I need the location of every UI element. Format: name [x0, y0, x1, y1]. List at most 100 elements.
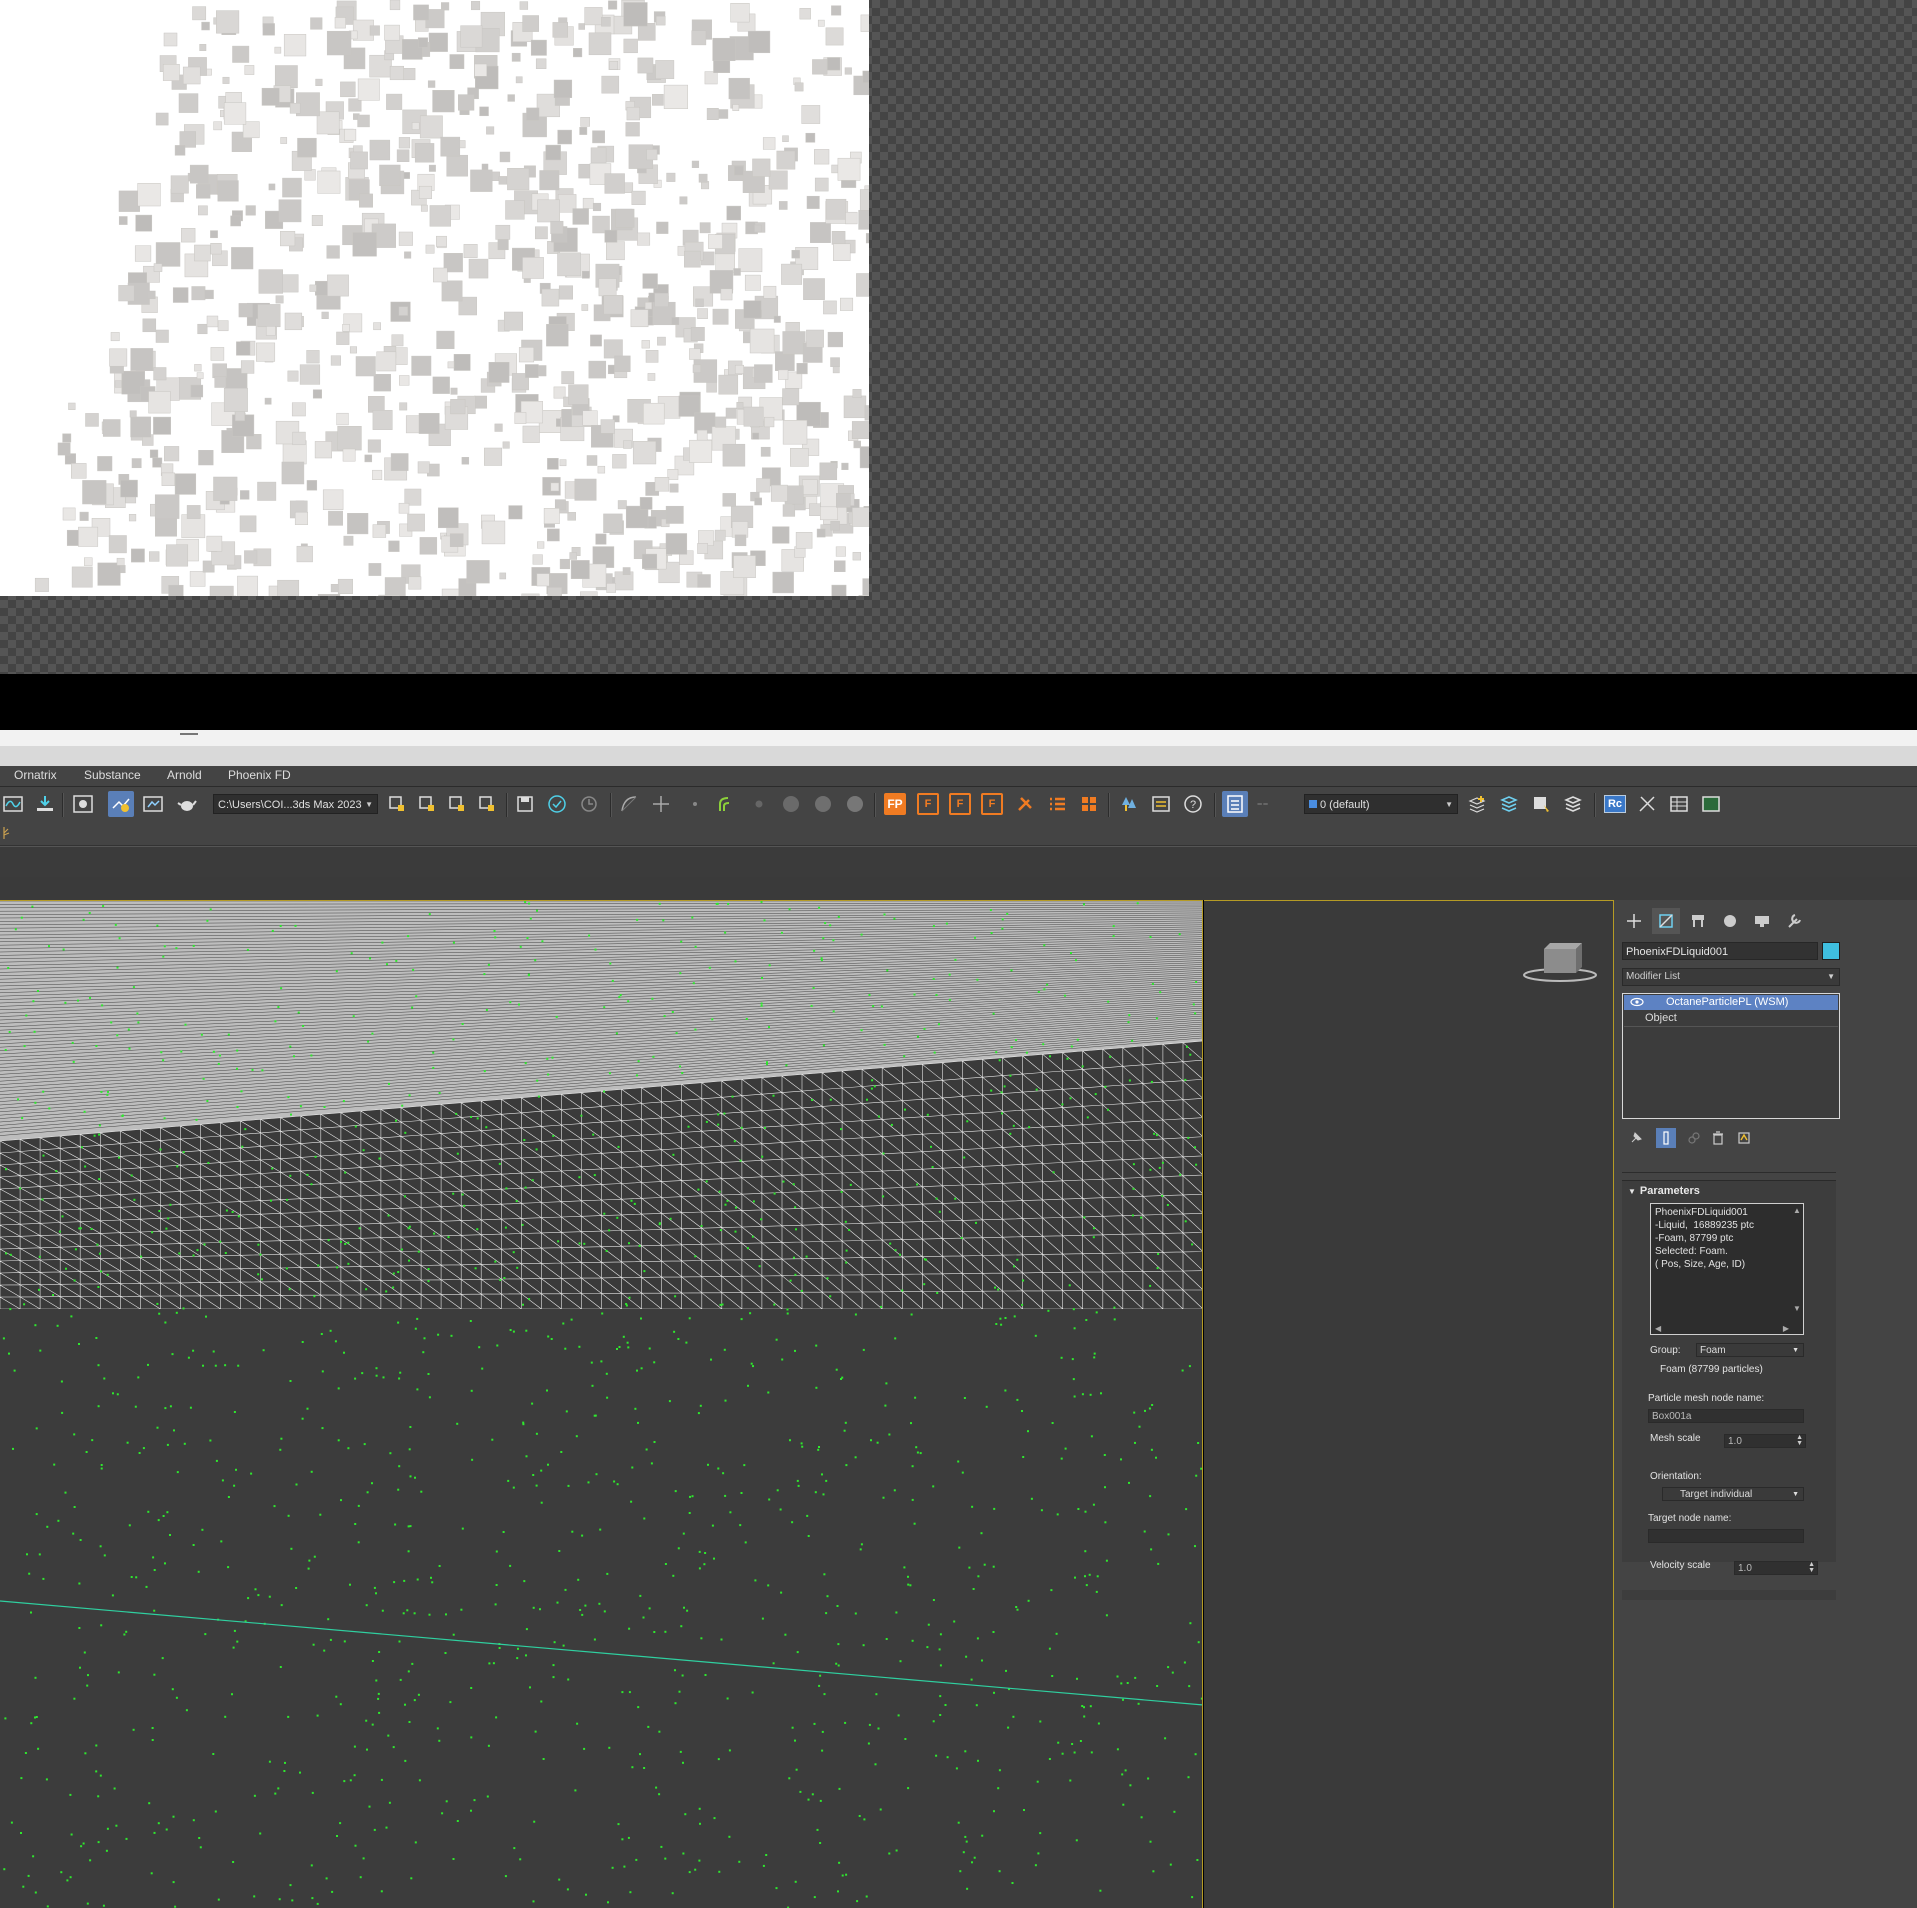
rendered-cube [625, 122, 640, 137]
rollout-header[interactable]: ▼ Parameters [1628, 1185, 1700, 1197]
scroll-right-icon[interactable]: ▶ [1783, 1324, 1789, 1333]
motion-tab-icon[interactable] [1716, 908, 1744, 934]
stack-item-object[interactable]: Object [1624, 1011, 1838, 1027]
layer-visibility-icon[interactable] [1254, 791, 1280, 817]
scroll-down-icon[interactable]: ▼ [1793, 1304, 1801, 1313]
modifier-list-dropdown[interactable]: Modifier List ▼ [1622, 968, 1840, 986]
rect-select-icon[interactable] [444, 791, 470, 817]
display-tab-icon[interactable] [1748, 908, 1776, 934]
create-tab-icon[interactable] [1620, 908, 1648, 934]
foam-particle [244, 1128, 247, 1131]
mesh-node-input[interactable]: Box001a [1648, 1409, 1804, 1423]
sphere-icon-3[interactable] [842, 791, 868, 817]
foam-particle [711, 1018, 714, 1021]
layer-explorer-icon[interactable] [1222, 791, 1248, 817]
sphere-icon-2[interactable] [810, 791, 836, 817]
menu-ornatrix[interactable]: Ornatrix [14, 768, 57, 782]
viewport-empty-area[interactable] [1204, 900, 1614, 1908]
spinner-arrows-icon[interactable]: ▲ ▼ [1796, 1434, 1803, 1447]
menu-substance[interactable]: Substance [84, 768, 141, 782]
modify-tab-icon[interactable] [1652, 908, 1680, 934]
pipeline-tools-icon[interactable] [1634, 791, 1660, 817]
rendered-cube [530, 39, 547, 56]
teapot-render-icon[interactable] [174, 791, 200, 817]
show-end-result-icon[interactable] [1656, 1128, 1676, 1148]
spinner-arrows-icon[interactable]: ▲ ▼ [1808, 1561, 1815, 1574]
layers-stack-icon[interactable] [1496, 791, 1522, 817]
rendered-cube [550, 220, 564, 234]
clock-icon[interactable] [576, 791, 602, 817]
project-path-dropdown[interactable]: C:\Users\COI...3ds Max 2023 ▼ [213, 794, 378, 814]
move-icon[interactable] [648, 791, 674, 817]
scroll-left-icon[interactable]: ◀ [1655, 1324, 1661, 1333]
scrollbar-vertical[interactable]: ▲ [1793, 1206, 1801, 1215]
window-crossing-icon[interactable] [474, 791, 500, 817]
small-sphere-icon[interactable] [746, 791, 772, 817]
rendered-cube [580, 117, 590, 127]
velocity-scale-spinner[interactable]: 1.0 ▲ ▼ [1734, 1561, 1818, 1575]
green-panel-icon[interactable] [1698, 791, 1724, 817]
menu-phoenix-fd[interactable]: Phoenix FD [228, 768, 291, 782]
import-icon[interactable] [32, 791, 58, 817]
layer-props-icon[interactable] [1560, 791, 1586, 817]
rendered-cube [521, 593, 540, 596]
foam-particle [879, 1808, 882, 1811]
rendered-cube [337, 426, 362, 451]
dot-icon[interactable] [682, 791, 708, 817]
list-icon[interactable] [1044, 791, 1070, 817]
select-object-icon[interactable] [384, 791, 410, 817]
rendered-cube [603, 295, 623, 315]
sphere-icon-1[interactable] [778, 791, 804, 817]
foam-particle [605, 1249, 608, 1252]
hierarchy-tab-icon[interactable] [1684, 908, 1712, 934]
tree-icon[interactable] [0, 825, 12, 841]
perspective-viewport[interactable] [0, 900, 1203, 1908]
recap-button[interactable]: Rc [1602, 791, 1628, 817]
foam-particle [700, 1637, 703, 1640]
stack-item-octane-particle[interactable]: OctaneParticlePL (WSM) [1624, 995, 1838, 1010]
group-dropdown[interactable]: Foam ▼ [1696, 1343, 1804, 1357]
save-icon[interactable] [512, 791, 538, 817]
render-frame-window-icon[interactable] [108, 791, 134, 817]
rendered-cube [466, 560, 490, 584]
target-node-input[interactable] [1648, 1529, 1804, 1543]
viewcube-icon[interactable] [1522, 941, 1598, 983]
forest-icon[interactable] [1116, 791, 1142, 817]
pin-stack-icon[interactable] [1626, 1128, 1646, 1148]
grid-icon[interactable] [1076, 791, 1102, 817]
render-setup-icon[interactable] [70, 791, 96, 817]
foam-particle [1157, 1562, 1160, 1565]
make-unique-icon[interactable] [1684, 1128, 1704, 1148]
object-name-field[interactable]: PhoenixFDLiquid001 [1622, 942, 1818, 960]
help-icon[interactable]: ? [1180, 791, 1206, 817]
check-icon[interactable] [544, 791, 570, 817]
phoenix-ocean-button[interactable]: F [981, 793, 1003, 815]
delete-modifier-icon[interactable] [1708, 1128, 1728, 1148]
green-curve-icon[interactable] [712, 791, 738, 817]
rendered-cube [420, 204, 428, 212]
rendered-cube [830, 357, 840, 367]
menu-arnold[interactable]: Arnold [167, 768, 202, 782]
utilities-tab-icon[interactable] [1780, 908, 1808, 934]
select-by-name-icon[interactable] [414, 791, 440, 817]
minimize-icon[interactable] [180, 733, 198, 735]
object-color-swatch[interactable] [1822, 942, 1840, 960]
render-production-icon[interactable] [140, 791, 166, 817]
layer-dropdown[interactable]: 0 (default) ▼ [1304, 794, 1458, 814]
notes-icon[interactable] [1148, 791, 1174, 817]
foam-particle [136, 1012, 139, 1015]
configure-sets-icon[interactable] [1734, 1128, 1754, 1148]
mesh-scale-spinner[interactable]: 1.0 ▲ ▼ [1724, 1434, 1806, 1448]
graph-icon[interactable] [0, 791, 26, 817]
phoenix-fire-button[interactable]: F [917, 793, 939, 815]
foam-particle [552, 1676, 555, 1679]
orientation-dropdown[interactable]: Target individual ▼ [1662, 1487, 1804, 1501]
foam-particle [914, 1396, 917, 1399]
phoenix-liquid-button[interactable]: F [949, 793, 971, 815]
fp-button[interactable]: FP [884, 793, 906, 815]
spreadsheet-icon[interactable] [1666, 791, 1692, 817]
select-layer-icon[interactable] [1528, 791, 1554, 817]
tools-icon[interactable] [1012, 791, 1038, 817]
curve-editor-icon[interactable] [616, 791, 642, 817]
add-layer-icon[interactable] [1464, 791, 1490, 817]
